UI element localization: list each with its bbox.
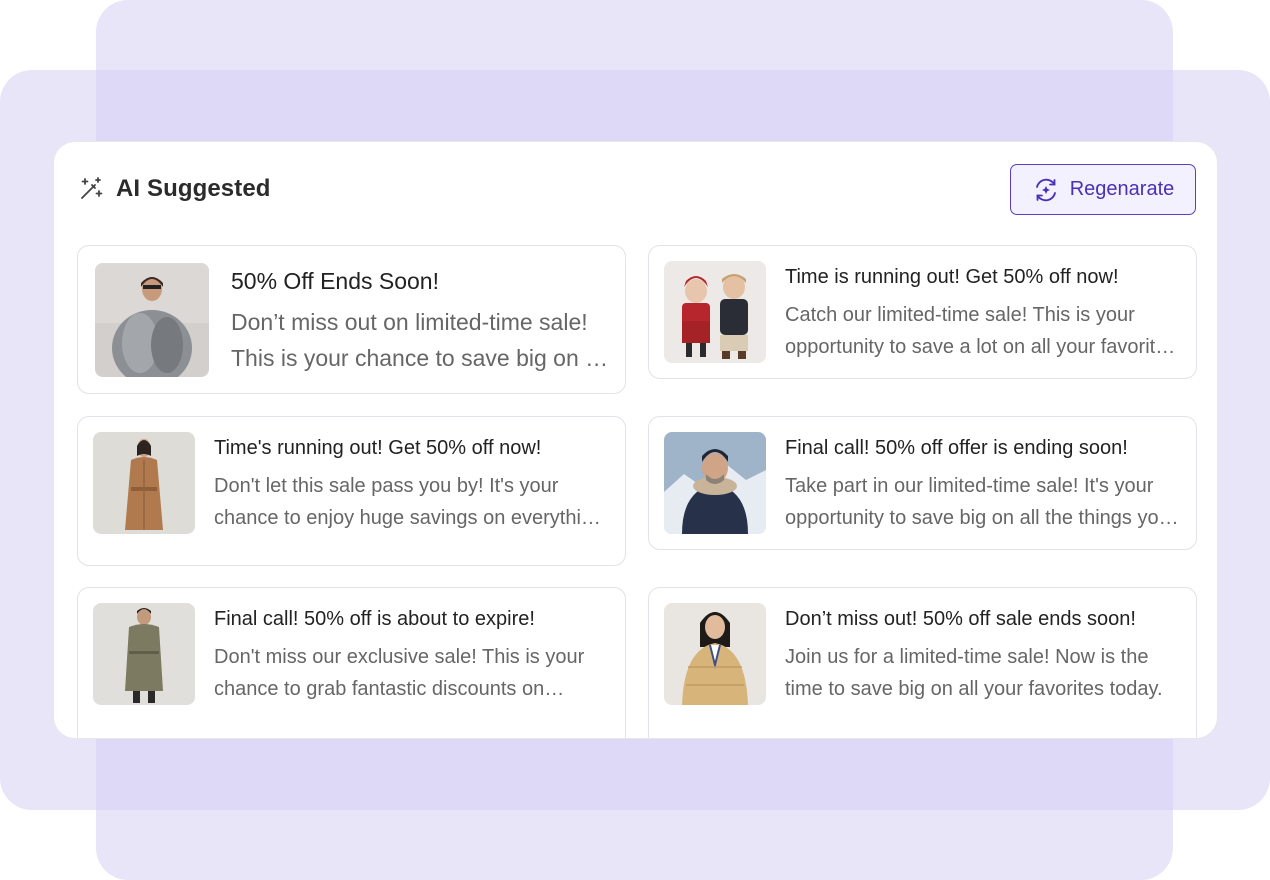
suggestion-card[interactable]: Don’t miss out! 50% off sale ends soon! … [648,587,1197,738]
card-title: Final call! 50% off is about to expire! [214,608,535,630]
suggestion-card[interactable]: 50% Off Ends Soon! Don’t miss out on lim… [77,245,626,394]
two-children-image [664,261,766,363]
woman-puffer-jacket-image [664,603,766,705]
card-description: Don't let this sale pass you by! It's yo… [214,475,604,529]
card-title: Final call! 50% off offer is ending soon… [785,437,1128,459]
woman-camel-coat-image [93,432,195,534]
card-title: 50% Off Ends Soon! [231,268,439,294]
suggestion-card[interactable]: Time's running out! Get 50% off now! Don… [77,416,626,566]
card-description: Catch our limited-time sale! This is you… [785,304,1167,358]
regenerate-icon [1032,176,1060,204]
card-description: Take part in our limited-time sale! It's… [785,475,1170,529]
panel-title: AI Suggested [116,175,271,202]
card-title: Time's running out! Get 50% off now! [214,437,542,459]
card-title: Don’t miss out! 50% off sale ends soon! [785,608,1136,630]
man-puffer-jacket-image [664,432,766,534]
man-trench-coat-image [93,603,195,705]
panel-header: AI Suggested [78,175,271,203]
regenerate-label: Regenarate [1069,178,1175,200]
card-description: Join us for a limited-time sale! Now is … [785,646,1163,700]
card-title: Time is running out! Get 50% off now! [785,266,1119,288]
suggestion-card[interactable]: Time is running out! Get 50% off now! Ca… [648,245,1197,379]
card-description: Don’t miss out on limited-time sale! Thi… [231,309,609,371]
suggestion-card[interactable]: Final call! 50% off offer is ending soon… [648,416,1197,550]
woman-fur-coat-image [95,263,209,377]
regenerate-button[interactable]: Regenarate [1010,164,1196,215]
suggestion-card[interactable]: Final call! 50% off is about to expire! … [77,587,626,738]
card-description: Don't miss our exclusive sale! This is y… [214,646,585,700]
ai-suggested-panel: AI Suggested Regenarate 50% Off Ends Soo… [53,141,1218,739]
magic-wand-icon [78,176,104,202]
